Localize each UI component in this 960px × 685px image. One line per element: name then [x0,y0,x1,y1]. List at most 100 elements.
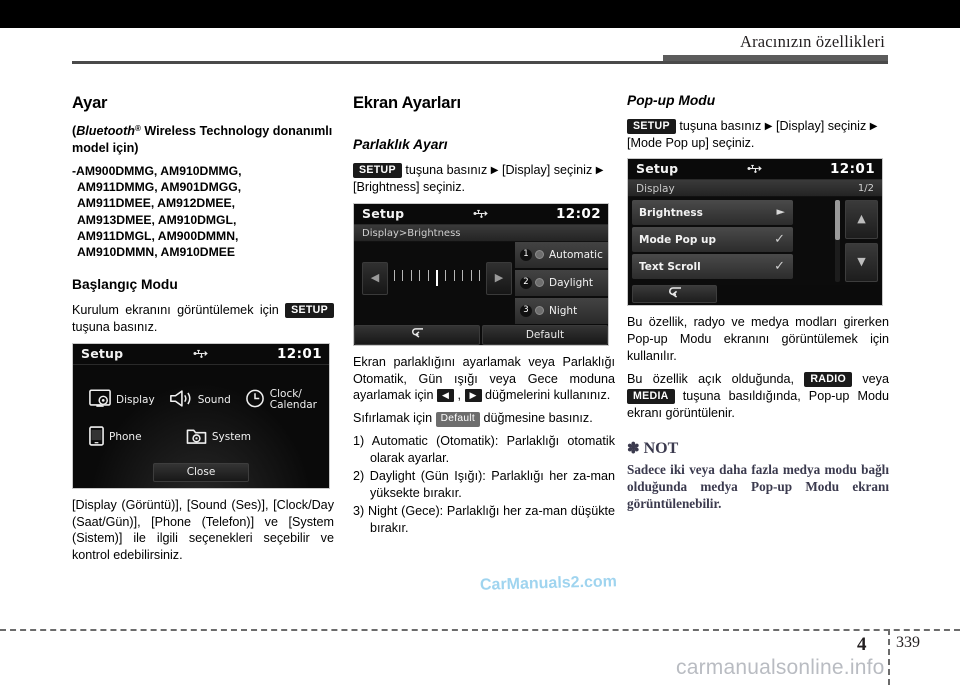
model-line: -AM900DMMG, AM910DMMG, [72,164,242,179]
page-indicator: 1/2 [857,183,874,195]
paragraph-popup-keys: Bu özellik açık olduğunda, RADIO veya ME… [627,371,889,422]
list-header: Display 1/2 [628,180,882,198]
item-text: Daylight (Gün Işığı): Parlaklığı her za-… [369,468,615,500]
screen-clock: 12:02 [556,205,601,222]
model-line: AM911DMGL, AM900DMMN, [77,228,239,243]
footer-vertical-dashed-rule [888,629,890,685]
paragraph-menu-options: [Display (Görüntü)], [Sound (Ses)], [Clo… [72,497,334,563]
tick [427,270,429,282]
left-arrow-chip-icon: ◀ [437,389,454,403]
back-button[interactable] [354,324,480,345]
list-item: 1) Automatic (Otomatik): Parlaklığı otom… [353,433,615,467]
footer-dashed-rule [0,629,960,631]
setup-item-system[interactable]: System [186,426,251,450]
watermark-bottom: carmanualsonline.info [676,656,885,679]
usage-text-c: düğmelerini kullanınız. [481,388,611,403]
note-heading: ✽ NOT [627,438,889,460]
path-arrow-icon: ▶ [869,120,878,132]
model-line: AM913DMEE, AM910DMGL, [77,212,237,227]
tick [402,270,404,282]
keys-text-a: Bu özellik açık olduğunda, [627,372,805,386]
slider-ticks [388,270,486,287]
item-number: 3) [353,503,365,518]
back-arrow-icon [667,286,683,303]
usb-icon [473,208,489,224]
bluetooth-word: Bluetooth [76,124,135,139]
setup-instruction-post: tuşuna basınız. [72,319,158,334]
path-segment-a: tuşuna basınız [401,162,491,177]
setup-menu-row-1: Display Sound Clock/ Calendar [89,389,317,412]
heading-parlaklik-ayari: Parlaklık Ayarı [353,137,448,153]
down-arrow-icon[interactable]: ▼ [845,243,878,283]
up-arrow-icon[interactable]: ▲ [845,200,878,240]
setup-item-clock-calendar[interactable]: Clock/ Calendar [245,389,317,412]
option-label: Automatic [549,248,603,261]
back-button[interactable] [632,285,717,304]
default-button[interactable]: Default [482,324,608,345]
list-item-brightness[interactable]: Brightness ► [632,200,793,226]
setup-item-display[interactable]: Display [89,389,155,412]
brightness-body: ◀ ▶ 1 Automatic 2 Daylight 3 Night [354,241,608,326]
usb-icon [747,163,763,179]
slider-left-arrow-icon[interactable]: ◀ [362,261,388,295]
option-label: Night [549,304,578,317]
default-key-chip: Default [435,412,480,427]
folder-gear-icon [186,426,207,449]
setup-item-label: Display [116,393,155,406]
media-key-chip: MEDIA [627,388,675,405]
item-number: 2) [353,468,365,483]
setup-menu-screenshot: Setup 12:01 Display Sound Clock/ Calenda… [72,342,330,489]
scrollbar-thumb[interactable] [835,200,840,241]
manual-page: Aracınızın özellikleri Ayar (Bluetooth® … [0,0,960,685]
item-text: Night (Gece): Parlaklığı her za-man düşü… [367,503,616,535]
clock-icon [245,389,265,412]
screen-title-bar: Setup 12:01 [628,159,882,181]
right-arrow-chip-icon: ▶ [464,389,482,403]
brightness-option-daylight[interactable]: 2 Daylight [515,269,608,296]
brightness-mode-list: 1 Automatic 2 Daylight 3 Night [515,241,608,326]
brightness-option-night[interactable]: 3 Night [515,297,608,324]
page-title: Aracınızın özellikleri [739,32,885,51]
radio-dot-icon [535,278,544,288]
list-item-text-scroll[interactable]: Text Scroll ✓ [632,254,793,280]
speaker-icon [169,389,193,412]
setup-key-chip: SETUP [353,162,402,179]
brightness-slider[interactable]: ◀ ▶ [362,261,512,295]
chevron-right-icon: ► [776,205,785,219]
setup-item-sound[interactable]: Sound [169,389,231,412]
reset-text-b: düğmesine basınız. [479,411,593,426]
radio-dot-icon [535,306,544,316]
tick [445,270,447,282]
brightness-option-automatic[interactable]: 1 Automatic [515,241,608,268]
setup-item-phone[interactable]: Phone [89,426,142,450]
row-label: Mode Pop up [639,233,717,246]
close-button[interactable]: Close [153,462,249,482]
list-item-mode-pop-up[interactable]: Mode Pop up ✓ [632,227,793,253]
setup-key-chip: SETUP [627,118,676,134]
tick [453,270,455,282]
display-gear-icon [89,389,111,412]
paragraph-popup-path: SETUP tuşuna basınız ▶ [Display] seçiniz… [627,118,889,152]
chapter-number: 4 [857,634,867,655]
slider-right-arrow-icon[interactable]: ▶ [486,261,512,295]
top-black-band [0,0,960,28]
heading-ekran-ayarlari: Ekran Ayarları [353,94,461,112]
paragraph-popup-usage: Bu özellik, radyo ve medya modları girer… [627,315,889,364]
page-number: 339 [896,634,920,651]
screen-title-text: Setup [636,161,679,177]
note-title: NOT [643,439,679,457]
model-line: AM911DMMG, AM901DMGG, [77,180,242,195]
tick [410,270,412,282]
row-label: Brightness [639,206,703,219]
radio-key-chip: RADIO [804,372,852,388]
brightness-screenshot: Setup 12:02 Display>Brightness ◀ ▶ 1 Aut… [353,202,609,346]
watermark-middle: CarManuals2.com [479,573,618,594]
scrollbar[interactable] [835,200,840,283]
note-text: Sadece iki veya daha fazla medya modu ba… [627,462,889,511]
heading-popup-modu: Pop-up Modu [627,93,716,108]
path-segment-b: [Display] seçiniz [498,162,596,177]
tick-current [435,270,438,287]
back-arrow-icon [410,327,425,342]
setup-menu-row-2: Phone System [89,426,251,450]
option-label: Daylight [549,276,594,289]
